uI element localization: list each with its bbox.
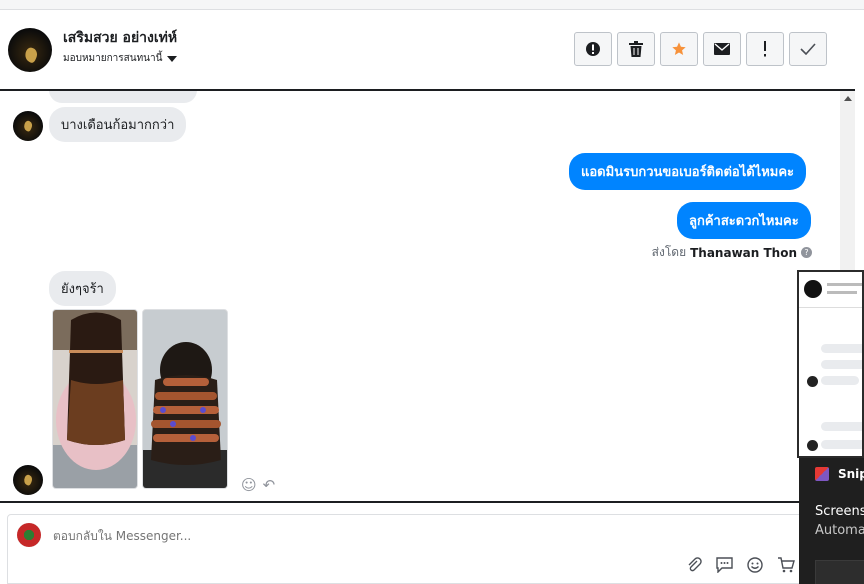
check-icon <box>800 43 816 55</box>
top-strip <box>0 0 864 10</box>
scissors-logo-icon <box>22 46 40 64</box>
sent-by-name[interactable]: Thanawan Thon <box>690 246 797 260</box>
thumbnail-avatar <box>807 440 818 451</box>
sender-avatar[interactable] <box>13 111 43 141</box>
scroll-up-arrow-icon[interactable] <box>844 96 852 101</box>
hair-straightened-image <box>53 310 137 488</box>
assign-label: มอบหมายการสนทนานี้ <box>63 53 163 64</box>
thumbnail-header <box>799 272 862 308</box>
hair-perm-rollers-image <box>143 310 227 488</box>
paperclip-icon[interactable] <box>686 557 702 578</box>
sent-by-label: ส่งโดย Thanawan Thon ? <box>652 243 812 262</box>
sender-avatar[interactable] <box>13 465 43 495</box>
caret-down-icon <box>167 55 178 62</box>
message-bubble-clipped <box>49 91 197 103</box>
unread-button[interactable] <box>703 32 741 66</box>
snip-notification-line2: Automa <box>815 523 864 538</box>
conversation-header: เสริมสวย อย่างเท่ห์ มอบหมายการสนทนานี้ <box>0 11 855 89</box>
thumbnail-bubble <box>821 344 862 353</box>
trash-icon <box>629 41 643 57</box>
star-button[interactable] <box>660 32 698 66</box>
scissors-logo-icon <box>22 473 34 487</box>
thumbnail-avatar <box>807 376 818 387</box>
alert-circle-icon <box>586 42 600 56</box>
assign-conversation-dropdown[interactable]: มอบหมายการสนทนานี้ <box>63 51 178 66</box>
sent-by-prefix: ส่งโดย <box>651 245 687 259</box>
help-icon[interactable]: ? <box>801 247 812 258</box>
thumbnail-bubble <box>821 422 862 431</box>
thumbnail-title-line <box>827 283 862 286</box>
snip-app-title: Snip <box>838 467 864 481</box>
user-avatar <box>17 523 41 547</box>
thumbnail-subtitle-line <box>827 291 857 294</box>
page-avatar[interactable] <box>8 28 52 72</box>
saved-reply-icon[interactable] <box>716 557 733 578</box>
message-bubble-outgoing[interactable]: แอดมินรบกวนขอเบอร์ติดต่อได้ไหมคะ <box>569 153 807 190</box>
snip-app-icon <box>815 467 829 481</box>
thumbnail-bubble <box>821 440 862 449</box>
follow-up-button[interactable] <box>746 32 784 66</box>
messenger-inbox: เสริมสวย อย่างเท่ห์ มอบหมายการสนทนานี้ บ… <box>0 0 864 584</box>
spam-button[interactable] <box>574 32 612 66</box>
snip-notification-line1: Screensh <box>815 504 864 519</box>
snip-screenshot-thumbnail[interactable] <box>797 270 864 458</box>
scissors-logo-icon <box>22 119 34 133</box>
delete-button[interactable] <box>617 32 655 66</box>
reply-arrow-icon[interactable]: ↶ <box>263 476 276 494</box>
reply-input[interactable] <box>53 529 653 543</box>
page-title[interactable]: เสริมสวย อย่างเท่ห์ <box>63 27 177 49</box>
composer-toolbar <box>686 557 795 578</box>
envelope-icon <box>714 43 730 55</box>
thumbnail-avatar <box>804 280 822 298</box>
thumbnail-bubble <box>821 360 862 369</box>
hair-photo-rollers[interactable] <box>142 309 228 489</box>
message-bubble-incoming[interactable]: ยังๆจร้า <box>49 271 116 306</box>
done-button[interactable] <box>789 32 827 66</box>
exclamation-icon <box>764 41 766 57</box>
hair-photo-before[interactable] <box>52 309 138 489</box>
reply-composer <box>7 514 807 584</box>
action-toolbar <box>574 32 827 66</box>
shopping-cart-icon[interactable] <box>777 557 795 578</box>
star-icon <box>672 42 686 55</box>
emoji-icon[interactable] <box>747 557 763 578</box>
smiley-react-icon[interactable]: ☺ <box>241 476 257 494</box>
message-bubble-outgoing[interactable]: ลูกค้าสะดวกไหมคะ <box>677 202 811 239</box>
message-thread[interactable]: บางเดือนก้อมากกว่า แอดมินรบกวนขอเบอร์ติด… <box>0 89 855 503</box>
thumbnail-bubble <box>821 376 859 385</box>
message-bubble-incoming[interactable]: บางเดือนก้อมากกว่า <box>49 107 187 142</box>
snip-notification[interactable]: Snip Screensh Automa <box>799 458 864 584</box>
message-actions: ☺ ↶ <box>241 476 275 494</box>
snip-action-button[interactable] <box>815 560 864 584</box>
